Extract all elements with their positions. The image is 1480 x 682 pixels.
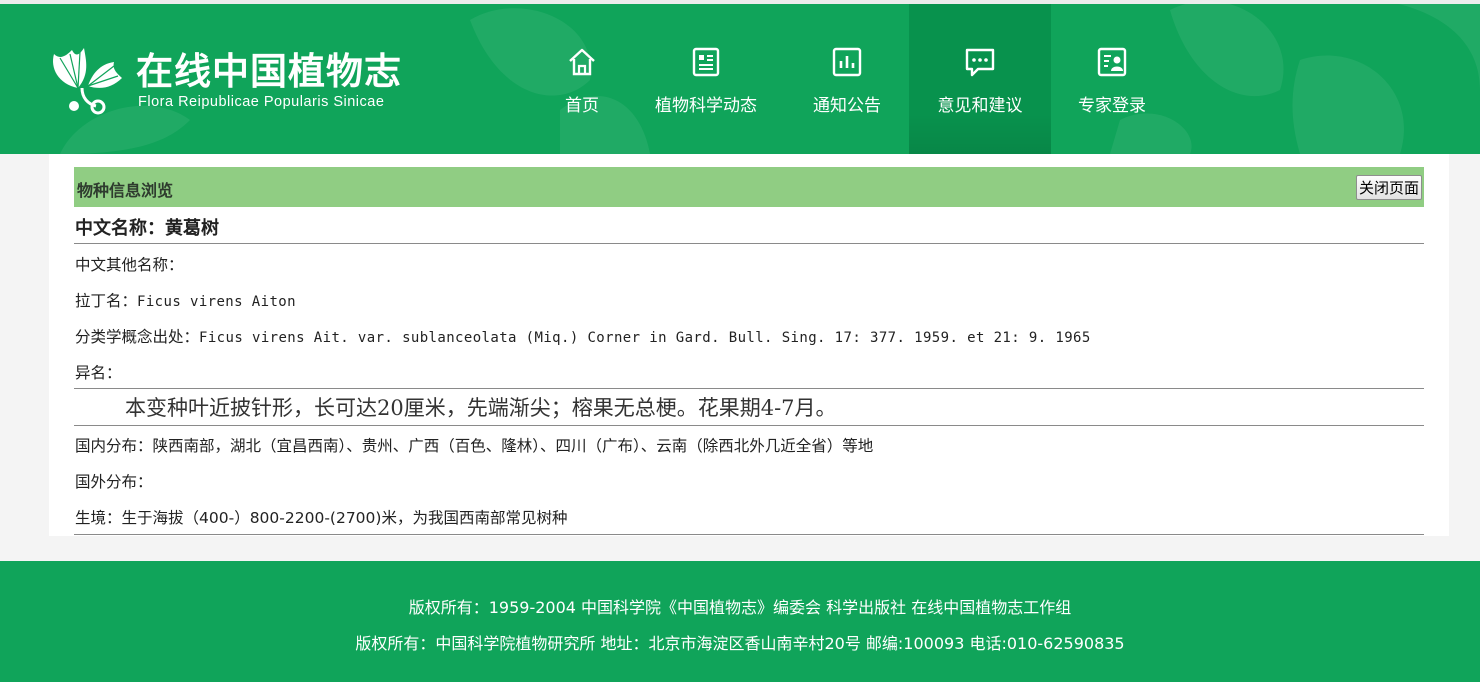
chat-bubble-icon bbox=[965, 48, 995, 77]
nav-label: 植物科学动态 bbox=[655, 96, 757, 116]
site-title[interactable]: 在线中国植物志 bbox=[136, 50, 402, 94]
nav-item-feedback[interactable]: 意见和建议 bbox=[909, 4, 1051, 154]
taxon-source-label: 分类学概念出处： bbox=[75, 328, 200, 346]
site-header: 在线中国植物志 Flora Reipublicae Popularis Sini… bbox=[0, 0, 1480, 154]
latin-name-value: Ficus virens Aiton bbox=[137, 294, 296, 310]
nav-label: 专家登录 bbox=[1078, 96, 1146, 116]
latin-name-label: 拉丁名： bbox=[75, 292, 138, 310]
domestic-distribution-label: 国内分布： bbox=[75, 437, 153, 455]
nav-label: 首页 bbox=[565, 96, 599, 116]
close-page-button[interactable]: 关闭页面 bbox=[1355, 175, 1422, 200]
nav-item-expert-login[interactable]: 专家登录 bbox=[1062, 4, 1162, 154]
foreign-distribution-row: 国外分布： bbox=[75, 470, 1423, 492]
species-description: 本变种叶近披针形，长可达20厘米，先端渐尖；榕果无总梗。花果期4-7月。 bbox=[125, 396, 837, 420]
habitat-row: 生境：生于海拔（400-）800-2200-(2700)米，为我国西南部常见树种 bbox=[75, 506, 1423, 528]
nav-item-notices[interactable]: 通知公告 bbox=[788, 4, 906, 154]
foreign-distribution-label: 国外分布： bbox=[75, 473, 153, 491]
nav-label: 通知公告 bbox=[813, 96, 881, 116]
nav-label: 意见和建议 bbox=[937, 96, 1023, 116]
chinese-name-row: 中文名称：黄葛树 bbox=[75, 214, 1423, 240]
footer-copyright-line: 版权所有：1959-2004 中国科学院《中国植物志》编委会 科学出版社 在线中… bbox=[408, 598, 1072, 617]
site-subtitle: Flora Reipublicae Popularis Sinicae bbox=[138, 94, 385, 110]
other-names-label: 中文其他名称： bbox=[75, 256, 184, 274]
divider bbox=[74, 534, 1424, 535]
user-card-icon bbox=[1097, 47, 1127, 77]
habitat-label: 生境： bbox=[75, 509, 122, 527]
site-footer: 版权所有：1959-2004 中国科学院《中国植物志》编委会 科学出版社 在线中… bbox=[0, 561, 1480, 682]
habitat-value: 生于海拔（400-）800-2200-(2700)米，为我国西南部常见树种 bbox=[121, 509, 568, 527]
domestic-distribution-row: 国内分布：陕西南部，湖北（宜昌西南）、贵州、广西（百色、隆林）、四川（广布）、云… bbox=[75, 434, 1423, 456]
panel-header: 物种信息浏览 关闭页面 bbox=[74, 167, 1424, 207]
ginkgo-leaf-icon bbox=[53, 48, 122, 115]
panel-title: 物种信息浏览 bbox=[77, 181, 174, 200]
chinese-name-label: 中文名称： bbox=[75, 218, 165, 239]
divider bbox=[74, 243, 1424, 244]
taxon-source-row: 分类学概念出处：Ficus virens Ait. var. sublanceo… bbox=[75, 325, 1423, 347]
domestic-distribution-value: 陕西南部，湖北（宜昌西南）、贵州、广西（百色、隆林）、四川（广布）、云南（除西北… bbox=[152, 437, 874, 455]
other-names-row: 中文其他名称： bbox=[75, 253, 1423, 275]
divider bbox=[74, 425, 1424, 426]
divider bbox=[74, 388, 1424, 389]
synonyms-row: 异名： bbox=[75, 361, 1423, 383]
footer-address-line: 版权所有：中国科学院植物研究所 地址：北京市海淀区香山南辛村20号 邮编:100… bbox=[355, 634, 1125, 653]
nav-item-home[interactable]: 首页 bbox=[532, 4, 632, 154]
taxon-source-value: Ficus virens Ait. var. sublanceolata (Mi… bbox=[199, 330, 1091, 346]
synonyms-label: 异名： bbox=[75, 364, 122, 382]
chart-icon bbox=[832, 47, 862, 77]
latin-name-row: 拉丁名：Ficus virens Aiton bbox=[75, 289, 1423, 311]
news-icon bbox=[692, 47, 720, 77]
nav-item-science-news[interactable]: 植物科学动态 bbox=[636, 4, 776, 154]
home-icon bbox=[569, 48, 595, 76]
chinese-name-value: 黄葛树 bbox=[165, 218, 219, 239]
species-info-content: 物种信息浏览 关闭页面 中文名称：黄葛树 中文其他名称： 拉丁名：Ficus v… bbox=[49, 154, 1449, 536]
